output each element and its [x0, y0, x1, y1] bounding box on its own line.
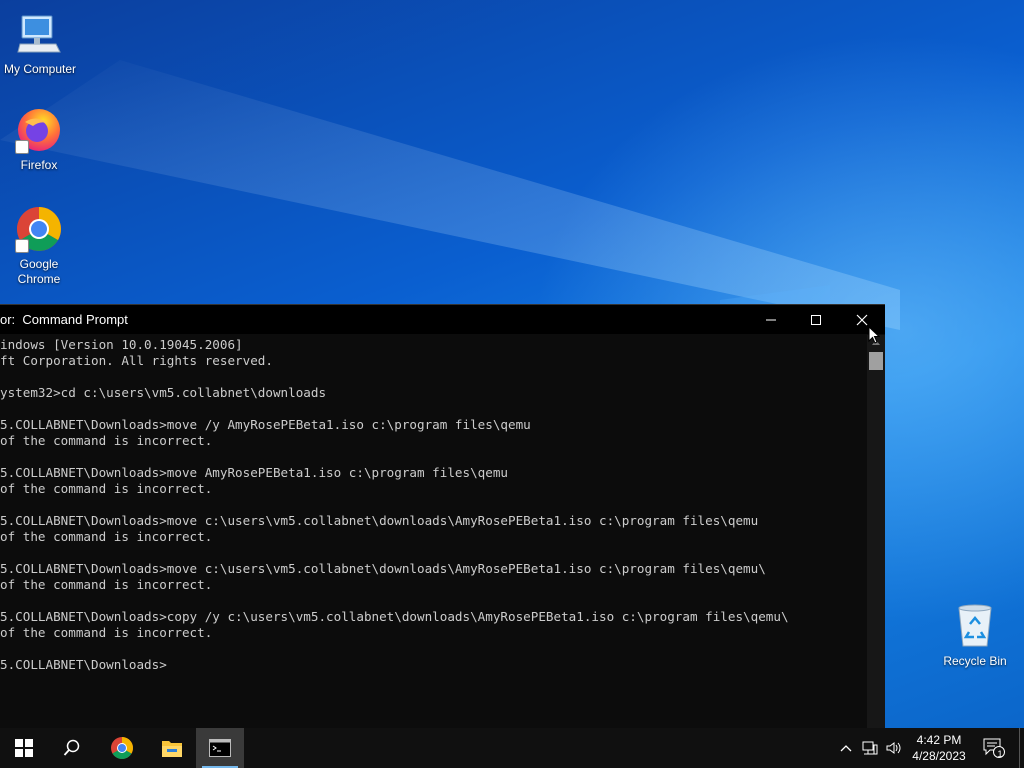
command-prompt-window[interactable]: or: Command Prompt indows [Version 10.0.… [0, 304, 885, 729]
firefox-icon [15, 106, 63, 154]
desktop-icon-label: Firefox [20, 158, 58, 172]
notification-count: 1 [997, 749, 1003, 759]
console-line: of the command is incorrect. [0, 433, 213, 448]
desktop-icon-label: My Computer [3, 62, 77, 76]
network-button[interactable] [859, 728, 881, 768]
maximize-icon [811, 314, 821, 325]
console-line: 5.COLLABNET\Downloads>move AmyRosePEBeta… [0, 465, 508, 480]
windows-logo-icon [15, 739, 33, 757]
chevron-up-icon [840, 745, 852, 752]
console-line: indows [Version 10.0.19045.2006] [0, 337, 243, 352]
close-icon [856, 314, 868, 325]
minimize-button[interactable] [748, 305, 794, 334]
network-icon [862, 741, 878, 755]
desktop-icon-google-chrome[interactable]: Google Chrome [0, 205, 79, 287]
volume-button[interactable] [883, 728, 905, 768]
minimize-icon [766, 319, 776, 320]
console-line: of the command is incorrect. [0, 529, 213, 544]
show-hidden-icons-button[interactable] [836, 728, 856, 768]
clock-time: 4:42 PM [916, 733, 962, 747]
shortcut-arrow-icon [15, 239, 29, 253]
console-line: 5.COLLABNET\Downloads>move /y AmyRosePEB… [0, 417, 531, 432]
scrollbar-thumb[interactable] [869, 352, 883, 370]
taskbar-clock[interactable]: 4:42 PM 4/28/2023 [905, 728, 973, 768]
folder-icon [162, 741, 182, 757]
desktop-icon-firefox[interactable]: Firefox [0, 106, 79, 173]
mouse-cursor-icon [868, 326, 880, 344]
speaker-icon [886, 742, 901, 754]
action-center-button[interactable]: 1 [980, 728, 1008, 768]
show-desktop-button[interactable] [1019, 728, 1020, 768]
console-line: 5.COLLABNET\Downloads> [0, 657, 167, 672]
vertical-scrollbar[interactable] [867, 335, 885, 729]
search-icon [63, 739, 80, 756]
start-button[interactable] [0, 728, 48, 768]
console-output[interactable]: indows [Version 10.0.19045.2006] ft Corpo… [0, 335, 867, 729]
console-line: of the command is incorrect. [0, 625, 213, 640]
chrome-icon [111, 737, 133, 759]
maximize-button[interactable] [793, 305, 839, 334]
window-titlebar[interactable]: or: Command Prompt [0, 305, 885, 334]
recycle-bin-icon [951, 602, 999, 650]
chrome-icon [15, 205, 63, 253]
console-line: ft Corporation. All rights reserved. [0, 353, 273, 368]
desktop-icon-label: Recycle Bin [943, 654, 1007, 668]
taskbar-command-prompt[interactable] [196, 728, 244, 768]
desktop-icon-recycle-bin[interactable]: Recycle Bin [935, 602, 1015, 669]
console-icon [209, 739, 231, 757]
clock-date: 4/28/2023 [912, 749, 966, 763]
taskbar: 4:42 PM 4/28/2023 1 [0, 728, 1024, 768]
taskbar-file-explorer[interactable] [148, 728, 196, 768]
shortcut-arrow-icon [15, 140, 29, 154]
desktop-icon-label: Google Chrome [17, 257, 61, 286]
console-line: 5.COLLABNET\Downloads>move c:\users\vm5.… [0, 561, 766, 576]
window-title: or: Command Prompt [0, 312, 128, 327]
taskbar-chrome[interactable] [98, 728, 146, 768]
computer-icon [16, 10, 64, 58]
desktop-icon-my-computer[interactable]: My Computer [0, 10, 80, 77]
console-line: of the command is incorrect. [0, 577, 213, 592]
console-line: of the command is incorrect. [0, 481, 213, 496]
console-line: ystem32>cd c:\users\vm5.collabnet\downlo… [0, 385, 327, 400]
console-line: 5.COLLABNET\Downloads>move c:\users\vm5.… [0, 513, 759, 528]
console-line: 5.COLLABNET\Downloads>copy /y c:\users\v… [0, 609, 789, 624]
search-button[interactable] [48, 728, 96, 768]
